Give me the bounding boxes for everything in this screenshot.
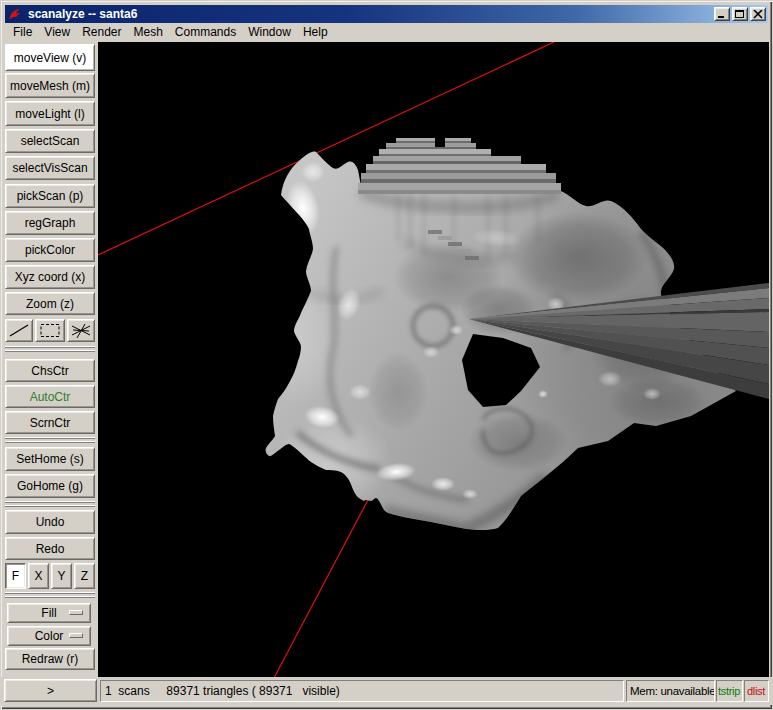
undo-button[interactable]: Undo xyxy=(5,510,95,534)
close-button[interactable] xyxy=(750,7,766,21)
home-gohome[interactable]: GoHome (g) xyxy=(5,474,95,498)
minimize-button[interactable] xyxy=(714,7,730,21)
axis-f-label: F xyxy=(12,569,19,583)
fill-menubutton-label: Fill xyxy=(41,606,56,620)
toolbar-sidebar: moveView (v) moveMesh (m) moveLight (l) sel… xyxy=(4,44,97,679)
tk-logo-icon xyxy=(7,7,23,22)
undo-button-label: Undo xyxy=(36,515,65,529)
color-menubutton-label: Color xyxy=(35,629,64,643)
mem-text: Mem: unavailable xyxy=(630,685,715,697)
menu-mesh[interactable]: Mesh xyxy=(128,23,169,42)
window-title: scanalyze -- santa6 xyxy=(28,7,137,21)
tool-selectvisscan-label: selectVisScan xyxy=(12,161,87,175)
scan-info-text: 1 scans 89371 triangles ( 89371 visible) xyxy=(105,684,340,698)
expand-button-label: > xyxy=(47,684,54,698)
line-select-icon xyxy=(7,322,31,339)
tool-xyzcoordx[interactable]: Xyz coord (x) xyxy=(5,265,95,289)
fill-menubutton-indicator xyxy=(69,610,83,615)
tool-movemeshm[interactable]: moveMesh (m) xyxy=(5,73,95,98)
home-gohome-label: GoHome (g) xyxy=(17,479,83,493)
sidebar-separator xyxy=(5,438,95,442)
redraw-button-label: Redraw (r) xyxy=(22,652,79,666)
title-bar[interactable]: scanalyze -- santa6 xyxy=(5,5,768,23)
home-sethome[interactable]: SetHome (s) xyxy=(5,447,95,471)
tool-movelightl-label: moveLight (l) xyxy=(15,107,84,121)
menu-render[interactable]: Render xyxy=(76,23,127,42)
axis-y[interactable]: Y xyxy=(51,563,72,589)
center-chsctr-label: ChsCtr xyxy=(31,364,68,378)
menu-window[interactable]: Window xyxy=(242,23,297,42)
redraw-button[interactable]: Redraw (r) xyxy=(5,648,95,670)
mesh-slabs xyxy=(358,138,561,194)
color-menubutton-indicator xyxy=(69,633,83,638)
selection-mode-button-2[interactable] xyxy=(67,319,95,342)
tstrip-text: tstrip xyxy=(718,685,740,697)
tool-selectvisscan[interactable]: selectVisScan xyxy=(5,156,95,180)
center-scrnctr[interactable]: ScrnCtr xyxy=(5,411,95,434)
tool-pickscanp-label: pickScan (p) xyxy=(17,189,84,203)
center-scrnctr-label: ScrnCtr xyxy=(30,416,71,430)
poly-select-icon xyxy=(69,322,93,339)
axis-y-label: Y xyxy=(57,569,65,583)
tool-pickcolor[interactable]: pickColor xyxy=(5,238,95,262)
scan-info-panel: 1 scans 89371 triangles ( 89371 visible) xyxy=(100,680,624,702)
menu-view[interactable]: View xyxy=(38,23,76,42)
tool-movelightl[interactable]: moveLight (l) xyxy=(5,101,95,126)
viewport-3d[interactable] xyxy=(98,42,769,679)
tool-selectscan[interactable]: selectScan xyxy=(5,129,95,153)
sidebar-separator xyxy=(5,502,95,506)
tool-pickscanp[interactable]: pickScan (p) xyxy=(5,184,95,208)
axis-x[interactable]: X xyxy=(28,563,49,589)
rect-select-icon xyxy=(38,322,62,339)
tool-selectscan-label: selectScan xyxy=(21,134,80,148)
fill-menubutton[interactable]: Fill xyxy=(7,603,91,623)
axis-x-label: X xyxy=(34,569,42,583)
scene-3d xyxy=(98,42,769,679)
tool-moveviewv-label: moveView (v) xyxy=(14,51,86,65)
menu-help[interactable]: Help xyxy=(297,23,334,42)
center-autoctr-label: AutoCtr xyxy=(30,390,71,404)
tool-xyzcoordx-label: Xyz coord (x) xyxy=(15,270,86,284)
axis-z-label: Z xyxy=(81,569,88,583)
status-bar: > 1 scans 89371 triangles ( 89371 visibl… xyxy=(1,677,772,705)
selection-mode-button-1[interactable] xyxy=(35,319,65,342)
center-autoctr[interactable]: AutoCtr xyxy=(5,385,95,408)
center-chsctr[interactable]: ChsCtr xyxy=(5,359,95,382)
app-window: scanalyze -- santa6 FileViewRenderMeshCo… xyxy=(0,0,773,710)
maximize-button[interactable] xyxy=(732,7,748,21)
dlist-panel: dlist xyxy=(744,680,769,702)
home-sethome-label: SetHome (s) xyxy=(16,452,83,466)
minimize-icon xyxy=(717,9,727,19)
tool-zoomz[interactable]: Zoom (z) xyxy=(5,292,95,315)
maximize-icon xyxy=(735,9,745,19)
menu-bar: FileViewRenderMeshCommandsWindowHelp xyxy=(5,23,768,42)
window-controls xyxy=(712,7,766,21)
tool-pickcolor-label: pickColor xyxy=(25,243,75,257)
selection-mode-button-0[interactable] xyxy=(5,319,33,342)
color-menubutton[interactable]: Color xyxy=(7,626,91,646)
tool-reggraph-label: regGraph xyxy=(25,216,76,230)
mem-panel: Mem: unavailable xyxy=(626,680,715,702)
sidebar-separator xyxy=(5,347,95,351)
axis-z[interactable]: Z xyxy=(74,563,95,589)
axis-f[interactable]: F xyxy=(5,563,26,589)
tstrip-panel: tstrip xyxy=(716,680,743,702)
menu-commands[interactable]: Commands xyxy=(169,23,242,42)
tool-movemeshm-label: moveMesh (m) xyxy=(10,79,90,93)
tool-zoomz-label: Zoom (z) xyxy=(26,297,74,311)
expand-button[interactable]: > xyxy=(4,679,97,702)
menu-file[interactable]: File xyxy=(7,23,38,42)
sidebar-separator xyxy=(5,593,95,597)
redo-button-label: Redo xyxy=(36,542,65,556)
tool-reggraph[interactable]: regGraph xyxy=(5,211,95,235)
axis-line-lower xyxy=(274,496,370,678)
dlist-text: dlist xyxy=(747,685,765,697)
close-icon xyxy=(753,10,763,19)
tool-moveviewv[interactable]: moveView (v) xyxy=(5,44,95,71)
redo-button[interactable]: Redo xyxy=(5,537,95,560)
